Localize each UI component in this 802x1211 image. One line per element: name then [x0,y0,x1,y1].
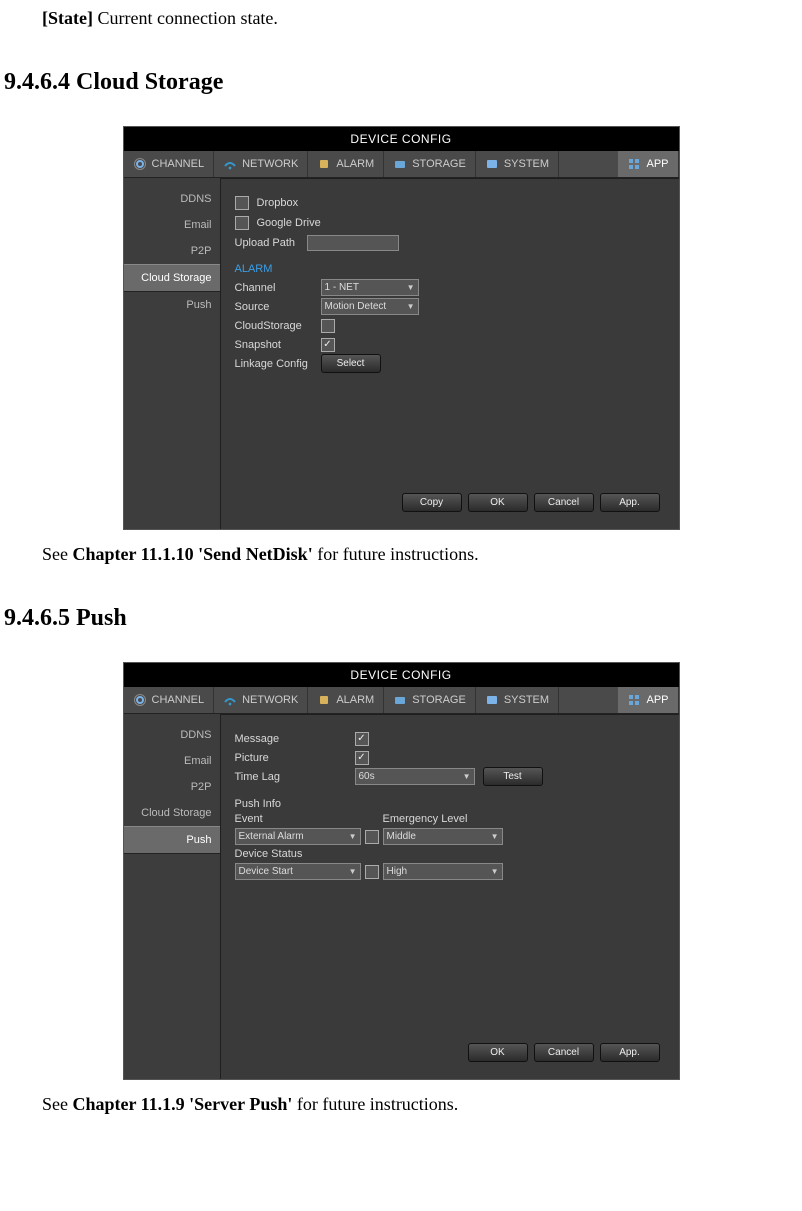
chevron-down-icon: ▼ [407,302,415,311]
label-google: Google Drive [257,217,321,229]
caption-push: See Chapter 11.1.9 'Server Push' for fut… [42,1094,802,1115]
select-event[interactable]: External Alarm▼ [235,828,361,845]
checkbox-event[interactable] [365,830,379,844]
sidebar-item-p2p[interactable]: P2P [124,774,220,800]
label-source: Source [235,301,321,313]
caption-cloud: See Chapter 11.1.10 'Send NetDisk' for f… [42,544,802,565]
tab-network[interactable]: NETWORK [214,687,308,713]
select-channel[interactable]: 1 - NET▼ [321,279,419,296]
checkbox-devstatus[interactable] [365,865,379,879]
checkbox-dropbox[interactable] [235,196,249,210]
select-source[interactable]: Motion Detect▼ [321,298,419,315]
alarm-icon [317,157,331,171]
tab-strip: CHANNEL NETWORK ALARM STORAGE SYSTEM APP [124,687,679,714]
sidebar-item-cloud[interactable]: Cloud Storage [124,264,220,292]
select-event-level[interactable]: Middle▼ [383,828,503,845]
panel-title: DEVICE CONFIG [124,127,679,151]
cancel-button[interactable]: Cancel [534,493,594,512]
label-picture: Picture [235,752,355,764]
label-message: Message [235,733,355,745]
tab-app[interactable]: APP [618,687,678,713]
label-timelag: Time Lag [235,771,355,783]
input-upload-path[interactable] [307,235,399,251]
sidebar-item-email[interactable]: Email [124,748,220,774]
chevron-down-icon: ▼ [407,283,415,292]
sidebar: DDNS Email P2P Cloud Storage Push [124,714,220,1079]
device-config-panel-push: DEVICE CONFIG CHANNEL NETWORK ALARM STOR… [123,662,680,1080]
label-snapshot: Snapshot [235,339,321,351]
copy-button[interactable]: Copy [402,493,462,512]
checkbox-message[interactable] [355,732,369,746]
alarm-icon [317,693,331,707]
select-devstatus-level[interactable]: High▼ [383,863,503,880]
label-upload-path: Upload Path [235,237,307,249]
tab-channel[interactable]: CHANNEL [124,687,215,713]
wifi-icon [223,693,237,707]
storage-icon [393,157,407,171]
app-button[interactable]: App. [600,1043,660,1062]
app-icon [627,693,641,707]
cancel-button[interactable]: Cancel [534,1043,594,1062]
label-emergency: Emergency Level [383,813,503,825]
checkbox-cloudstorage[interactable] [321,319,335,333]
sidebar-item-ddns[interactable]: DDNS [124,722,220,748]
sidebar-item-email[interactable]: Email [124,212,220,238]
app-icon [627,157,641,171]
select-timelag[interactable]: 60s▼ [355,768,475,785]
chevron-down-icon: ▼ [349,867,357,876]
tab-system[interactable]: SYSTEM [476,151,559,177]
tab-system[interactable]: SYSTEM [476,687,559,713]
checkbox-google[interactable] [235,216,249,230]
system-icon [485,693,499,707]
sidebar-item-push[interactable]: Push [124,292,220,318]
ok-button[interactable]: OK [468,493,528,512]
label-cloudstorage: CloudStorage [235,320,321,332]
label-channel: Channel [235,282,321,294]
gear-icon [133,157,147,171]
test-button[interactable]: Test [483,767,543,786]
gear-icon [133,693,147,707]
tab-strip: CHANNEL NETWORK ALARM STORAGE SYSTEM APP [124,151,679,178]
chevron-down-icon: ▼ [491,867,499,876]
checkbox-picture[interactable] [355,751,369,765]
state-label: [State] [42,8,93,28]
tab-app[interactable]: APP [618,151,678,177]
content-area: Dropbox Google Drive Upload Path ALARM C… [220,178,679,529]
content-area: Message Picture Time Lag60s▼ Test Push In… [220,714,679,1079]
chevron-down-icon: ▼ [349,832,357,841]
select-devstatus[interactable]: Device Start▼ [235,863,361,880]
panel-title: DEVICE CONFIG [124,663,679,687]
tab-alarm[interactable]: ALARM [308,687,384,713]
sidebar: DDNS Email P2P Cloud Storage Push [124,178,220,529]
sidebar-item-ddns[interactable]: DDNS [124,186,220,212]
tab-storage[interactable]: STORAGE [384,151,476,177]
section-title-cloud: 9.4.6.4 Cloud Storage [4,69,802,96]
sidebar-item-push[interactable]: Push [124,826,220,854]
checkbox-snapshot[interactable] [321,338,335,352]
alarm-section-header: ALARM [235,263,667,275]
tab-network[interactable]: NETWORK [214,151,308,177]
app-button[interactable]: App. [600,493,660,512]
tab-storage[interactable]: STORAGE [384,687,476,713]
chevron-down-icon: ▼ [491,832,499,841]
select-button[interactable]: Select [321,354,381,373]
state-text: Current connection state. [93,8,278,28]
sidebar-item-cloud[interactable]: Cloud Storage [124,800,220,826]
section-title-push: 9.4.6.5 Push [4,605,802,632]
tab-alarm[interactable]: ALARM [308,151,384,177]
system-icon [485,157,499,171]
push-info-label: Push Info [235,798,667,810]
sidebar-item-p2p[interactable]: P2P [124,238,220,264]
storage-icon [393,693,407,707]
tab-channel[interactable]: CHANNEL [124,151,215,177]
wifi-icon [223,157,237,171]
device-config-panel-cloud: DEVICE CONFIG CHANNEL NETWORK ALARM STOR… [123,126,680,530]
state-line: [State] Current connection state. [42,8,802,29]
label-linkage: Linkage Config [235,358,321,370]
label-event: Event [235,813,361,825]
chevron-down-icon: ▼ [463,772,471,781]
ok-button[interactable]: OK [468,1043,528,1062]
label-devstatus: Device Status [235,848,503,860]
label-dropbox: Dropbox [257,197,299,209]
